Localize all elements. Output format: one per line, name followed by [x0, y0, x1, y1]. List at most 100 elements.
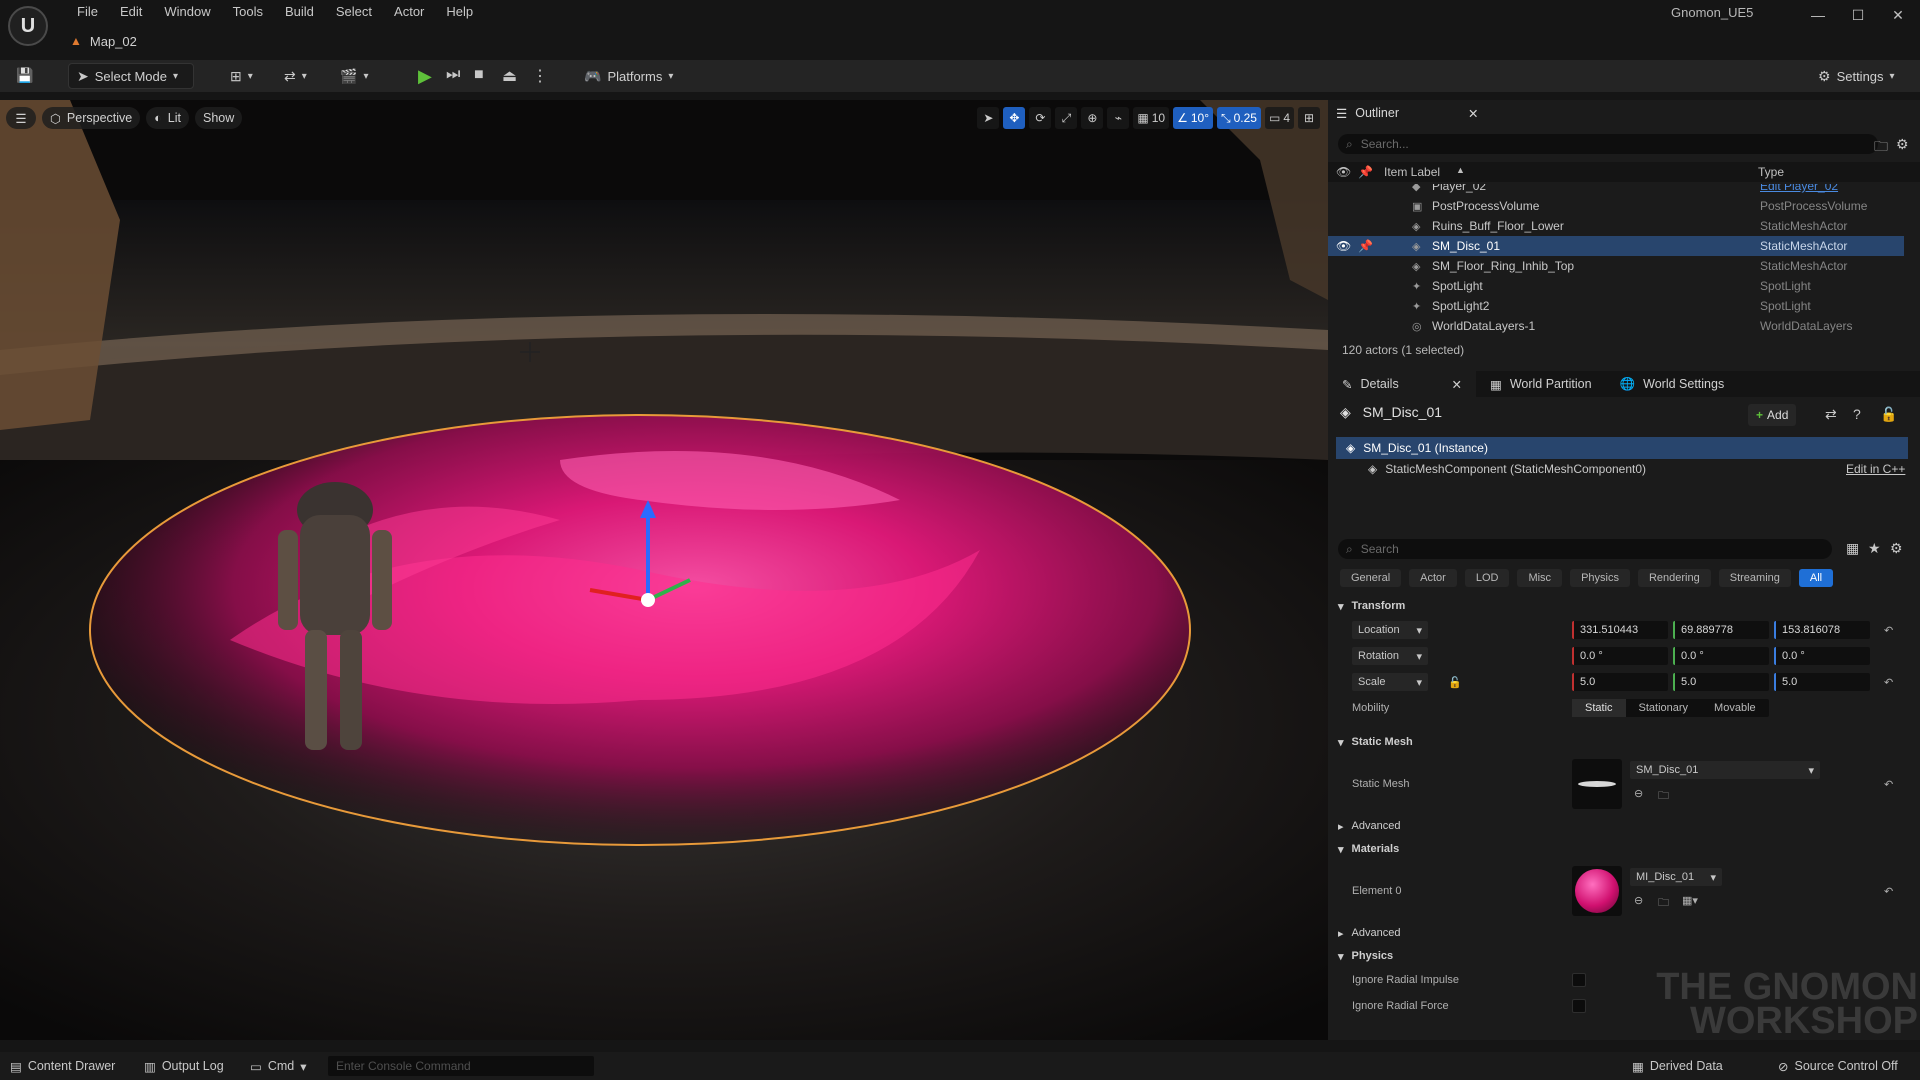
blueprint-button[interactable]: ⇄ ▾	[276, 63, 315, 89]
save-icon[interactable]: 💾	[16, 67, 33, 84]
outliner-row[interactable]: ✦ SpotLight SpotLight	[1328, 276, 1904, 296]
materials-header[interactable]: ▾ Materials	[1328, 838, 1908, 860]
add-actor-button[interactable]: ⊞ ▾	[222, 63, 261, 89]
static-mesh-thumbnail[interactable]	[1572, 759, 1622, 809]
viewport-layout-icon[interactable]: ⊞	[1298, 107, 1320, 129]
rotation-snap-button[interactable]: ∠ 10°	[1173, 107, 1213, 129]
camera-speed-button[interactable]: ▭ 4	[1264, 107, 1294, 129]
outliner-row[interactable]: ◆ Player_02 Edit Player_02	[1328, 184, 1904, 196]
rotation-dropdown[interactable]: Rotation ▾	[1352, 647, 1428, 665]
source-control-button[interactable]: ⊘ Source Control Off	[1778, 1052, 1898, 1080]
component-row[interactable]: ◈ StaticMeshComponent (StaticMeshComponen…	[1368, 462, 1646, 476]
material-thumbnail[interactable]	[1572, 866, 1622, 916]
static-mesh-dropdown[interactable]: SM_Disc_01 ▾	[1630, 761, 1820, 779]
outliner-row[interactable]: ✦ SpotLight2 SpotLight	[1328, 296, 1904, 316]
browse-icon[interactable]: 🗀	[1658, 894, 1669, 913]
location-dropdown[interactable]: Location ▾	[1352, 621, 1428, 639]
mobility-static[interactable]: Static	[1572, 699, 1626, 717]
mobility-movable[interactable]: Movable	[1701, 699, 1769, 717]
physics-header[interactable]: ▾ Physics	[1328, 945, 1908, 967]
rotation-z-field[interactable]: 0.0 °	[1774, 647, 1870, 665]
scale-x-field[interactable]: 5.0	[1572, 673, 1668, 691]
stop-icon[interactable]: ■	[474, 66, 484, 84]
menu-select[interactable]: Select	[325, 2, 383, 22]
rotation-x-field[interactable]: 0.0 °	[1572, 647, 1668, 665]
scale-snap-button[interactable]: ⤡ 0.25	[1217, 107, 1261, 129]
tab-world-settings[interactable]: 🌐 World Settings	[1606, 371, 1739, 397]
menu-help[interactable]: Help	[435, 2, 484, 22]
edit-cpp-link[interactable]: Edit in C++	[1846, 462, 1905, 476]
help-icon[interactable]: ?	[1853, 406, 1861, 422]
minimize-icon[interactable]: —	[1798, 2, 1838, 28]
more-options-icon[interactable]: ⋮	[532, 66, 548, 86]
output-log-button[interactable]: ▥ Output Log	[144, 1052, 224, 1080]
platforms-dropdown[interactable]: 🎮 Platforms ▾	[576, 63, 681, 89]
lock-icon[interactable]: 🔓	[1880, 406, 1897, 423]
viewport-menu-button[interactable]: ☰	[6, 107, 36, 129]
item-label-column[interactable]: Item Label	[1384, 165, 1440, 179]
menu-edit[interactable]: Edit	[109, 2, 153, 22]
tab-details[interactable]: ✎ Details ✕	[1328, 371, 1476, 397]
table-view-icon[interactable]: ▦	[1846, 540, 1859, 557]
tab-world-partition[interactable]: ▦ World Partition	[1476, 371, 1606, 397]
category-misc[interactable]: Misc	[1517, 569, 1563, 587]
menu-file[interactable]: File	[66, 2, 109, 22]
outliner-row[interactable]: ▣ PostProcessVolume PostProcessVolume	[1328, 196, 1904, 216]
reset-icon[interactable]: ↶	[1884, 778, 1893, 791]
reset-icon[interactable]: ↶	[1884, 624, 1893, 637]
details-settings-icon[interactable]: ⚙	[1890, 540, 1903, 557]
add-folder-icon[interactable]: 🗀	[1874, 136, 1888, 160]
outliner-search-input[interactable]: ⌕ Search...	[1338, 134, 1878, 154]
material-dropdown[interactable]: MI_Disc_01 ▾	[1630, 868, 1722, 886]
eject-icon[interactable]: ⏏	[502, 66, 517, 86]
world-space-icon[interactable]: ⊕	[1081, 107, 1104, 129]
settings-dropdown[interactable]: ⚙ Settings ▾	[1810, 63, 1903, 89]
cinematics-button[interactable]: 🎬 ▾	[332, 63, 376, 89]
level-viewport[interactable]: ☰ ⬡ Perspective ◐ Lit Show ➤ ✥ ⟳ ⤢ ⊕ ⌁ ▦ 10…	[0, 100, 1328, 1040]
select-tool-icon[interactable]: ➤	[977, 107, 1000, 129]
perspective-button[interactable]: ⬡ Perspective	[42, 107, 141, 129]
outliner-settings-icon[interactable]: ⚙	[1896, 136, 1909, 153]
outliner-row[interactable]: ◈ Ruins_Buff_Floor_Lower StaticMeshActor	[1328, 216, 1904, 236]
reset-icon[interactable]: ↶	[1884, 676, 1893, 689]
favorite-star-icon[interactable]: ★	[1868, 540, 1881, 557]
type-column[interactable]: Type	[1758, 165, 1784, 179]
browse-icon[interactable]: 🗀	[1658, 787, 1669, 806]
scale-dropdown[interactable]: Scale ▾	[1352, 673, 1428, 691]
category-streaming[interactable]: Streaming	[1718, 569, 1791, 587]
visibility-icon[interactable]: 👁	[1336, 239, 1351, 253]
details-close-icon[interactable]: ✕	[1452, 377, 1462, 392]
materials-advanced[interactable]: ▸ Advanced	[1328, 922, 1908, 944]
map-tab[interactable]: ▲ Map_02	[70, 30, 137, 52]
menu-actor[interactable]: Actor	[383, 2, 435, 22]
content-drawer-button[interactable]: ▤ Content Drawer	[10, 1052, 115, 1080]
mobility-stationary[interactable]: Stationary	[1626, 699, 1702, 717]
rotate-tool-icon[interactable]: ⟳	[1029, 107, 1052, 129]
location-y-field[interactable]: 69.889778	[1673, 621, 1769, 639]
category-all[interactable]: All	[1798, 569, 1834, 587]
outliner-row[interactable]: ◈ SM_Floor_Ring_Inhib_Top StaticMeshActor	[1328, 256, 1904, 276]
transform-header[interactable]: ▾ Transform	[1328, 595, 1908, 617]
scale-y-field[interactable]: 5.0	[1673, 673, 1769, 691]
rotation-y-field[interactable]: 0.0 °	[1673, 647, 1769, 665]
surface-snap-icon[interactable]: ⌁	[1107, 107, 1130, 129]
category-physics[interactable]: Physics	[1570, 569, 1630, 587]
menu-build[interactable]: Build	[274, 2, 325, 22]
scale-lock-icon[interactable]: 🔓	[1448, 676, 1462, 689]
scale-tool-icon[interactable]: ⤢	[1055, 107, 1078, 129]
add-component-button[interactable]: + Add	[1748, 404, 1797, 426]
outliner-row-selected[interactable]: 👁 📌 ◈ SM_Disc_01 StaticMeshActor	[1328, 236, 1904, 256]
category-actor[interactable]: Actor	[1409, 569, 1457, 587]
category-lod[interactable]: LOD	[1464, 569, 1510, 587]
outliner-row[interactable]: ◎ WorldDataLayers-1 WorldDataLayers	[1328, 316, 1904, 336]
maximize-icon[interactable]: ☐	[1838, 2, 1878, 28]
details-search-input[interactable]: ⌕ Search	[1338, 539, 1832, 559]
play-icon[interactable]: ▶	[418, 66, 432, 87]
grid-snap-button[interactable]: ▦ 10	[1133, 107, 1170, 129]
show-button[interactable]: Show	[195, 107, 243, 129]
static-mesh-advanced[interactable]: ▸ Advanced	[1328, 815, 1908, 837]
location-z-field[interactable]: 153.816078	[1774, 621, 1870, 639]
select-mode-dropdown[interactable]: ➤ Select Mode ▾	[68, 63, 194, 89]
static-mesh-header[interactable]: ▾ Static Mesh	[1328, 731, 1908, 753]
menu-window[interactable]: Window	[153, 2, 221, 22]
